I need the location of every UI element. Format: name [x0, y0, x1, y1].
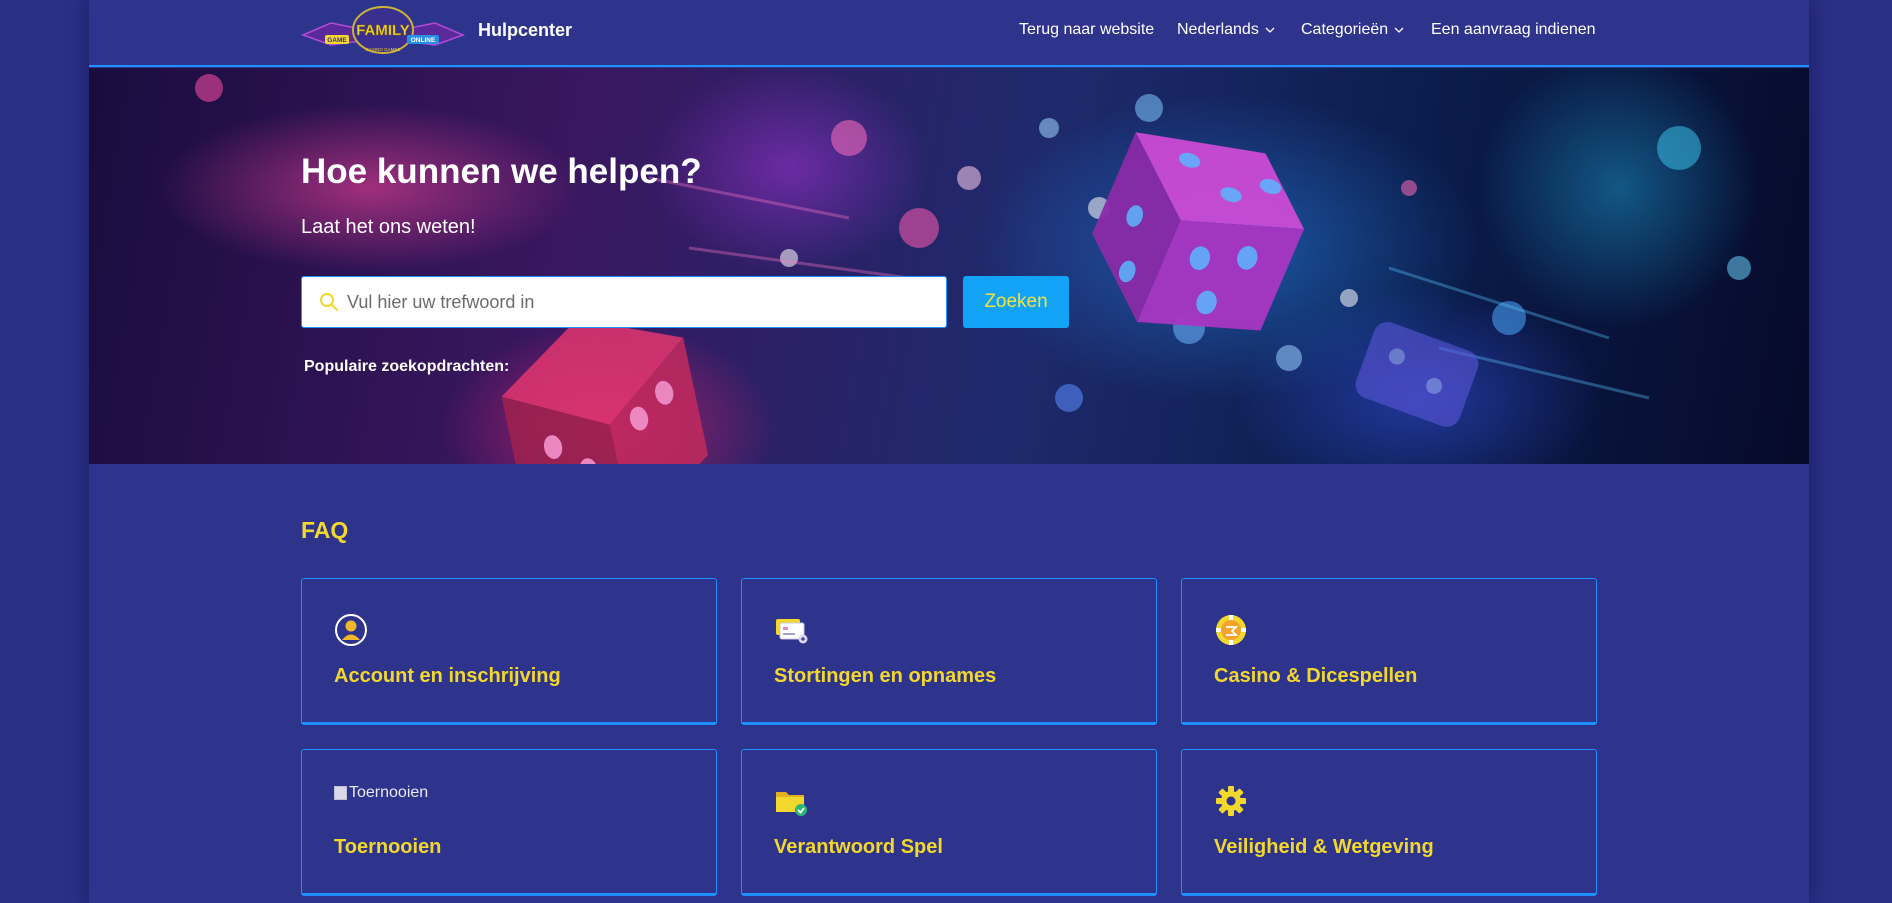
nav-label: Een aanvraag indienen: [1431, 21, 1596, 38]
logo-bottom-tag: CASINO GAMES: [366, 47, 401, 52]
nav-language-dropdown[interactable]: Nederlands: [1177, 21, 1275, 39]
faq-card-tournaments[interactable]: Toernooien Toernooien: [301, 749, 717, 896]
faq-card-label: Toernooien: [334, 836, 442, 858]
search-icon: [320, 293, 338, 311]
dice-background-image: [195, 74, 1751, 464]
nav-categories-dropdown[interactable]: Categorieën: [1301, 21, 1404, 39]
user-icon: [335, 614, 367, 646]
popular-searches-label: Populaire zoekopdrachten:: [304, 358, 510, 375]
faq-card-label: Casino & Dicespellen: [1214, 665, 1418, 687]
chevron-down-icon: [1265, 27, 1275, 33]
broken-image-placeholder: [334, 786, 347, 800]
search-button[interactable]: Zoeken: [963, 276, 1069, 328]
faq-card-label: Verantwoord Spel: [774, 836, 943, 858]
search-input[interactable]: [347, 277, 937, 327]
nav-label: Categorieën: [1301, 21, 1389, 38]
folder-check-icon: [776, 792, 807, 816]
chevron-down-icon: [1394, 27, 1404, 33]
top-nav: Terug naar website Nederlands Categorieë…: [89, 21, 1809, 45]
hero-subtitle: Laat het ons weten!: [301, 216, 476, 238]
gear-icon: [1216, 786, 1246, 816]
page: FAMILY GAME ONLINE CASINO GAMES Hulpcent…: [89, 0, 1809, 903]
faq-card-casino[interactable]: Casino & Dicespellen: [1181, 578, 1597, 725]
faq-heading: FAQ: [301, 517, 349, 543]
faq-card-account[interactable]: Account en inschrijving: [301, 578, 717, 725]
nav-back-to-website[interactable]: Terug naar website: [1019, 21, 1154, 39]
faq-card-responsible-gaming[interactable]: Verantwoord Spel: [741, 749, 1157, 896]
hero-title: Hoe kunnen we helpen?: [301, 152, 702, 191]
faq-card-deposits[interactable]: Stortingen en opnames: [741, 578, 1157, 725]
nav-label: Terug naar website: [1019, 21, 1155, 38]
credit-cards-icon: [776, 619, 808, 644]
nav-submit-request[interactable]: Een aanvraag indienen: [1431, 21, 1596, 39]
nav-label: Nederlands: [1177, 21, 1259, 38]
broken-image-icon: Toernooien: [334, 784, 428, 802]
hero-banner: Hoe kunnen we helpen? Laat het ons weten…: [89, 68, 1809, 464]
faq-card-label: Veiligheid & Wetgeving: [1214, 836, 1434, 858]
faq-card-label: Account en inschrijving: [334, 665, 561, 687]
image-alt-text: Toernooien: [349, 784, 429, 801]
faq-card-security[interactable]: Veiligheid & Wetgeving: [1181, 749, 1597, 896]
site-header: FAMILY GAME ONLINE CASINO GAMES Hulpcent…: [89, 0, 1809, 67]
faq-card-label: Stortingen en opnames: [774, 665, 997, 687]
casino-chip-icon: [1216, 615, 1246, 645]
search-box: [301, 276, 947, 328]
